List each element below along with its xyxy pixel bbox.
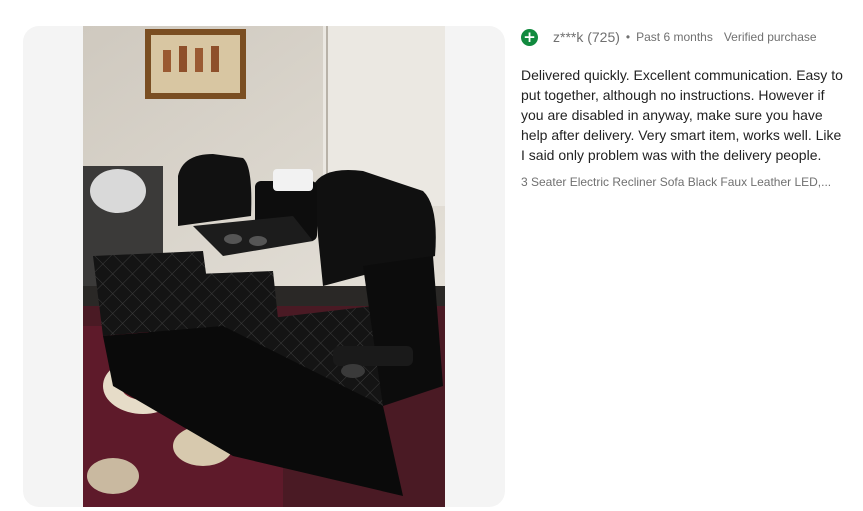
review-text: Delivered quickly. Excellent communicati… <box>521 67 843 163</box>
review-content: + z***k (725) • Past 6 months Verified p… <box>521 26 851 189</box>
plus-circle-icon: + <box>521 28 538 46</box>
reviewer-name[interactable]: z***k (725) <box>553 29 620 45</box>
review-meta: + z***k (725) • Past 6 months Verified p… <box>521 26 851 48</box>
review-photo-panel[interactable] <box>23 26 505 507</box>
sofa-photo-image <box>83 26 445 507</box>
verified-purchase-label: Verified purchase <box>723 30 817 44</box>
product-link[interactable]: 3 Seater Electric Recliner Sofa Black Fa… <box>521 175 839 189</box>
review-date: Past 6 months <box>636 30 713 44</box>
separator-dot: • <box>625 30 631 44</box>
review-photo[interactable] <box>83 26 445 507</box>
